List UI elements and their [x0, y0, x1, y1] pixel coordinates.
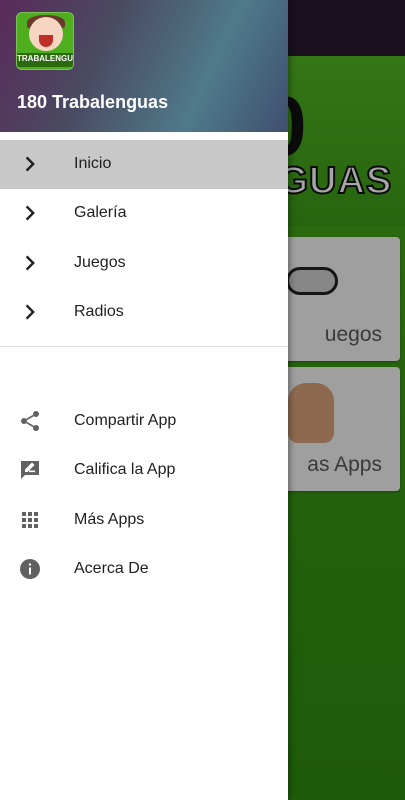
- info-icon: [20, 559, 40, 579]
- app-logo: TRABALENGUAS: [16, 12, 74, 70]
- chevron-right-icon: [25, 205, 35, 221]
- chevron-right-icon: [25, 255, 35, 271]
- chevron-right-icon: [25, 156, 35, 172]
- nav-item-acerca-de[interactable]: Acerca De: [0, 545, 288, 594]
- apps-grid-icon: [22, 512, 38, 528]
- share-icon: [21, 411, 39, 431]
- nav-item-inicio[interactable]: Inicio: [0, 140, 288, 189]
- nav-item-label: Califica la App: [74, 461, 176, 478]
- nav-item-compartir-app[interactable]: Compartir App: [0, 397, 288, 446]
- nav-item-radios[interactable]: Radios: [0, 288, 288, 337]
- nav-item-label: Acerca De: [74, 560, 149, 577]
- nav-item-label: Inicio: [74, 155, 112, 172]
- chevron-right-icon: [25, 304, 35, 320]
- nav-item-label: Juegos: [74, 254, 126, 271]
- nav-item-label: Compartir App: [74, 412, 177, 429]
- nav-item-label: Radios: [74, 303, 124, 320]
- nav-item-label: Más Apps: [74, 511, 145, 528]
- app-title: 180 Trabalenguas: [17, 92, 169, 112]
- drawer-divider: [0, 346, 288, 347]
- nav-item-galeria[interactable]: Galería: [0, 189, 288, 238]
- nav-item-califica-la-app[interactable]: Califica la App: [0, 446, 288, 495]
- rate-review-icon: [21, 461, 39, 479]
- logo-text: TRABALENGUAS: [17, 54, 73, 63]
- nav-item-juegos[interactable]: Juegos: [0, 239, 288, 288]
- nav-item-mas-apps[interactable]: Más Apps: [0, 496, 288, 545]
- nav-item-label: Galería: [74, 204, 127, 221]
- navigation-drawer: TRABALENGUAS 180 Trabalenguas Inicio Gal…: [0, 0, 288, 800]
- drawer-header: TRABALENGUAS 180 Trabalenguas: [0, 0, 288, 132]
